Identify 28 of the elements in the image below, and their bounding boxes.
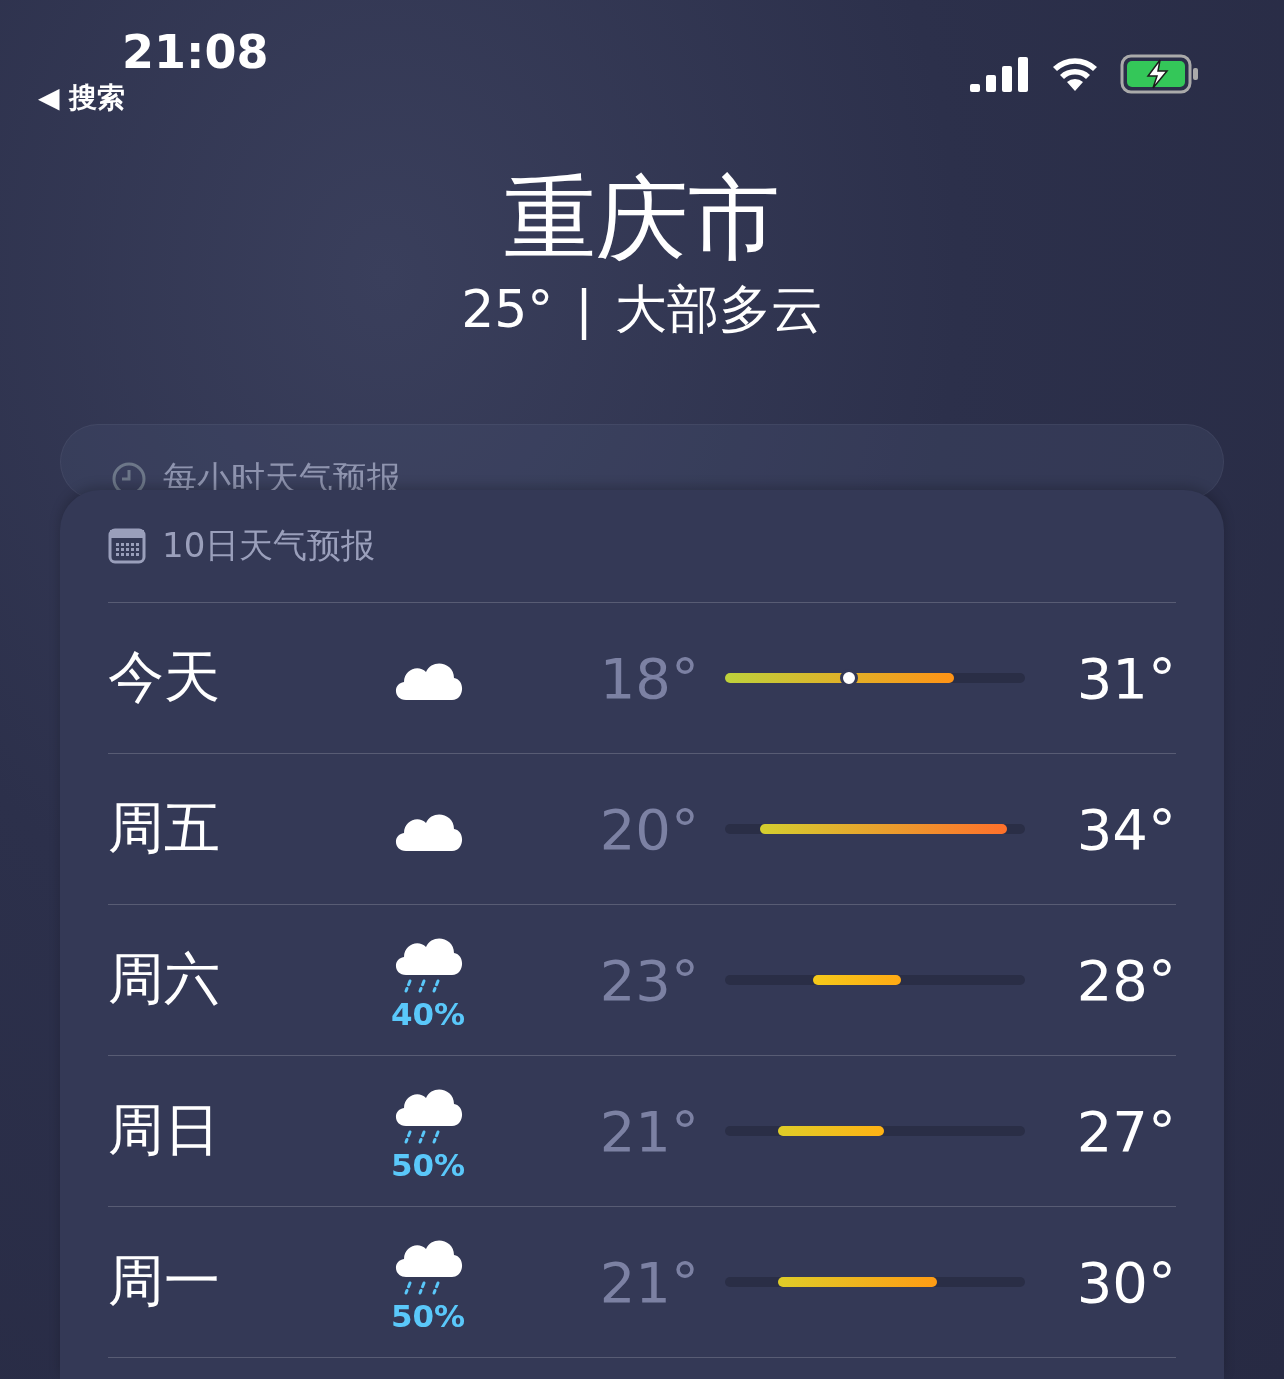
weather-condition: 大部多云 — [614, 278, 823, 341]
city-name: 重庆市 — [504, 164, 780, 274]
low-temperature: 18° — [598, 645, 700, 711]
forecast-title: 10日天气预报 — [162, 524, 376, 567]
day-label: 周六 — [108, 945, 221, 1013]
status-time: 21:08 — [122, 24, 269, 80]
precipitation-chance: 40% — [390, 997, 466, 1031]
day-label: 今天 — [108, 643, 221, 711]
high-temperature: 31° — [1075, 645, 1176, 711]
low-temperature: 23° — [598, 947, 700, 1013]
day-label: 周日 — [108, 1096, 221, 1164]
high-temperature: 30° — [1075, 1249, 1176, 1315]
low-temperature: 20° — [598, 796, 700, 862]
low-temperature: 21° — [598, 1249, 700, 1315]
day-label: 周一 — [108, 1247, 221, 1315]
calendar-icon — [108, 528, 146, 564]
day-label: 周五 — [108, 794, 221, 862]
precipitation-chance: 50% — [390, 1148, 466, 1182]
signal-icon — [970, 56, 1030, 92]
current-temperature: 25° — [461, 278, 554, 341]
precipitation-chance: 50% — [390, 1299, 466, 1333]
battery-charging-icon — [1120, 54, 1200, 94]
high-temperature: 27° — [1075, 1098, 1176, 1164]
high-temperature: 28° — [1075, 947, 1176, 1013]
back-link[interactable]: ◀ 搜索 — [38, 80, 269, 116]
high-temperature: 34° — [1075, 796, 1176, 862]
low-temperature: 21° — [598, 1098, 700, 1164]
separator: | — [575, 278, 593, 342]
